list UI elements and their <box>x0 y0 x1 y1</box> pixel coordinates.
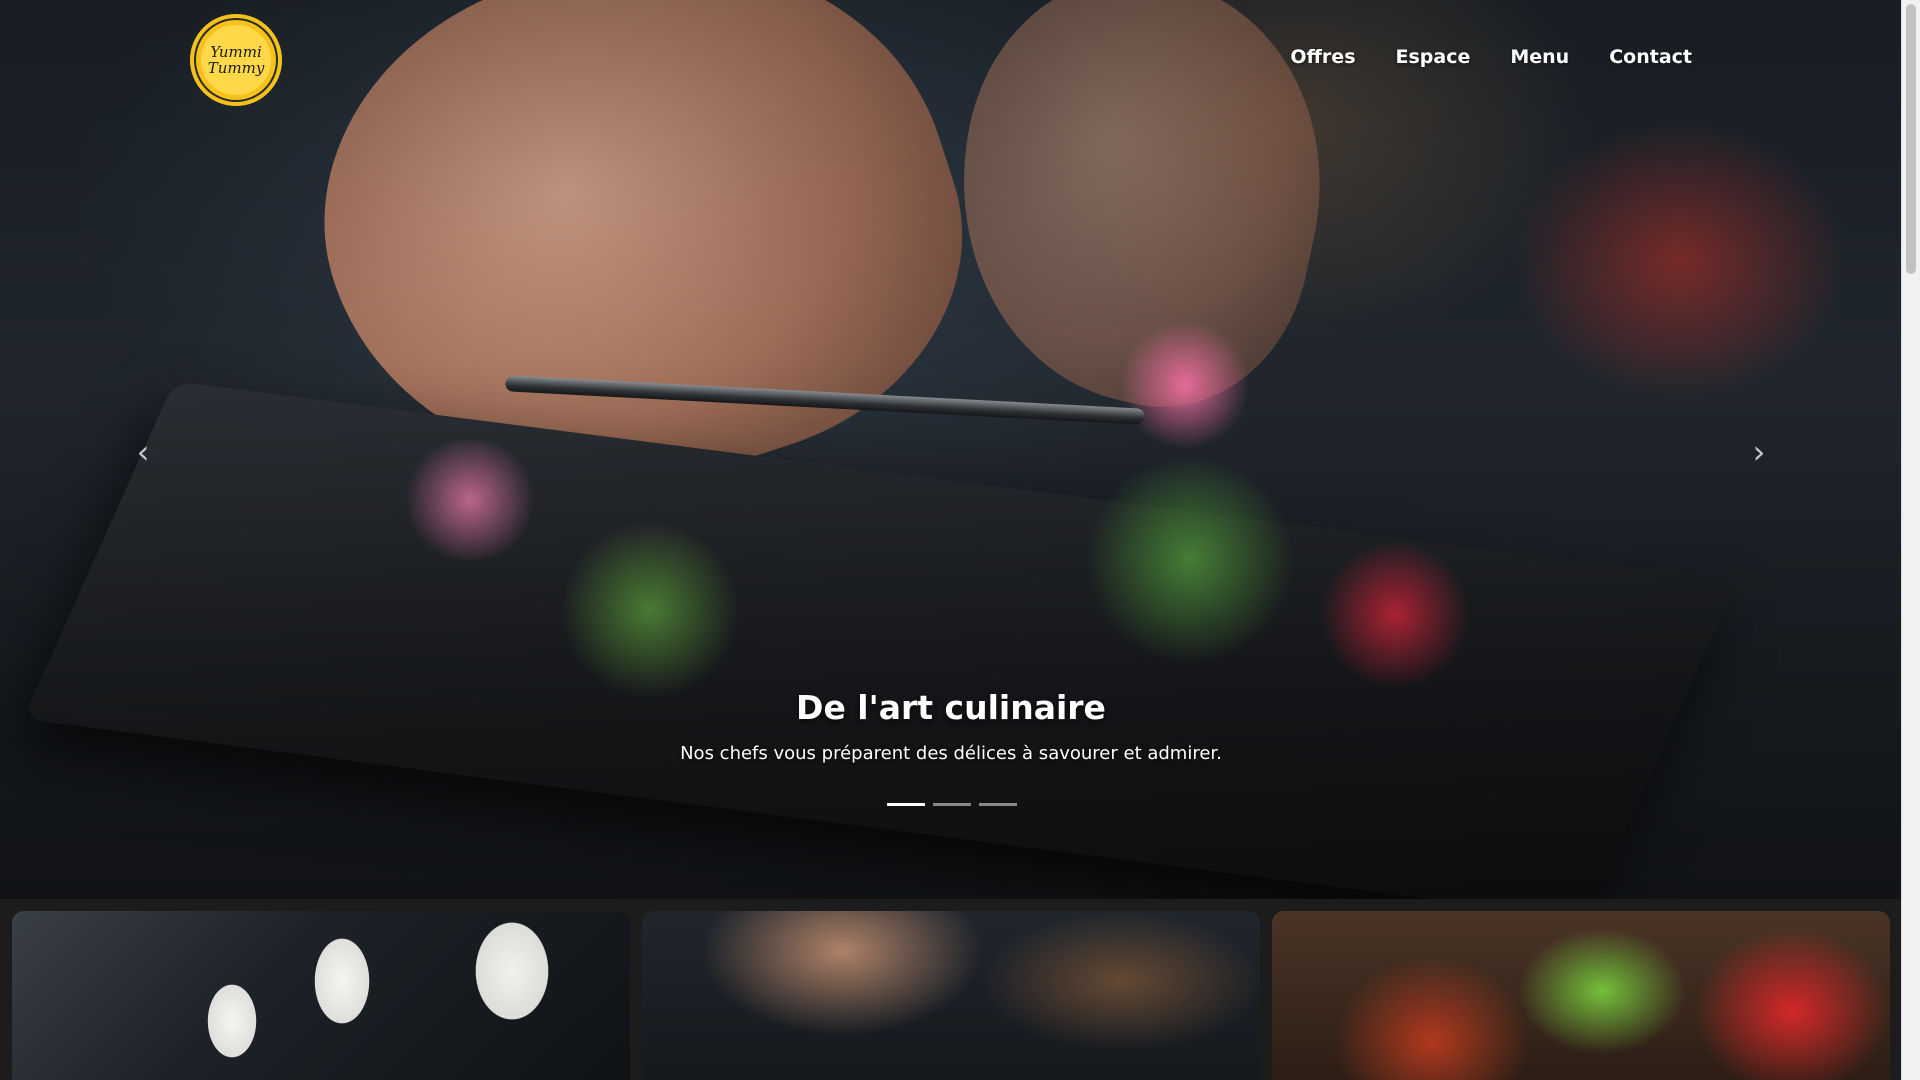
page-scrollbar[interactable] <box>1901 0 1920 1080</box>
site-logo[interactable]: Yummi Tummy <box>190 14 282 106</box>
nav-offres[interactable]: Offres <box>1290 46 1355 68</box>
feature-cards <box>12 911 1890 1080</box>
nav-contact[interactable]: Contact <box>1609 46 1692 68</box>
logo-badge: Yummi Tummy <box>201 25 271 95</box>
card-plating-image[interactable] <box>642 911 1260 1080</box>
nav-menu[interactable]: Menu <box>1510 46 1569 68</box>
logo-text-line1: Yummi <box>210 43 262 61</box>
slide-title: De l'art culinaire <box>796 688 1106 727</box>
scrollbar-thumb[interactable] <box>1906 4 1916 274</box>
card-chefs-image[interactable] <box>12 911 630 1080</box>
chevron-right-icon: › <box>1752 433 1766 471</box>
carousel-indicators <box>887 803 1017 806</box>
chevron-left-icon: ‹ <box>136 433 150 471</box>
carousel-next-button[interactable]: › <box>1744 432 1774 472</box>
hero-overlay <box>0 0 1902 899</box>
carousel-indicator-1[interactable] <box>887 803 925 806</box>
nav-espace[interactable]: Espace <box>1396 46 1471 68</box>
slide-caption: De l'art culinaire Nos chefs vous prépar… <box>0 688 1902 764</box>
page: ‹ › De l'art culinaire Nos chefs vous pr… <box>0 0 1920 1080</box>
logo-text-line2: Tummy <box>207 59 265 77</box>
card-salad-image[interactable] <box>1272 911 1890 1080</box>
slide-subtitle: Nos chefs vous préparent des délices à s… <box>680 743 1222 764</box>
carousel-prev-button[interactable]: ‹ <box>128 432 158 472</box>
main-nav: Offres Espace Menu Contact <box>1290 46 1692 68</box>
hero-carousel: ‹ › De l'art culinaire Nos chefs vous pr… <box>0 0 1902 899</box>
carousel-indicator-2[interactable] <box>933 803 971 806</box>
carousel-indicator-3[interactable] <box>979 803 1017 806</box>
